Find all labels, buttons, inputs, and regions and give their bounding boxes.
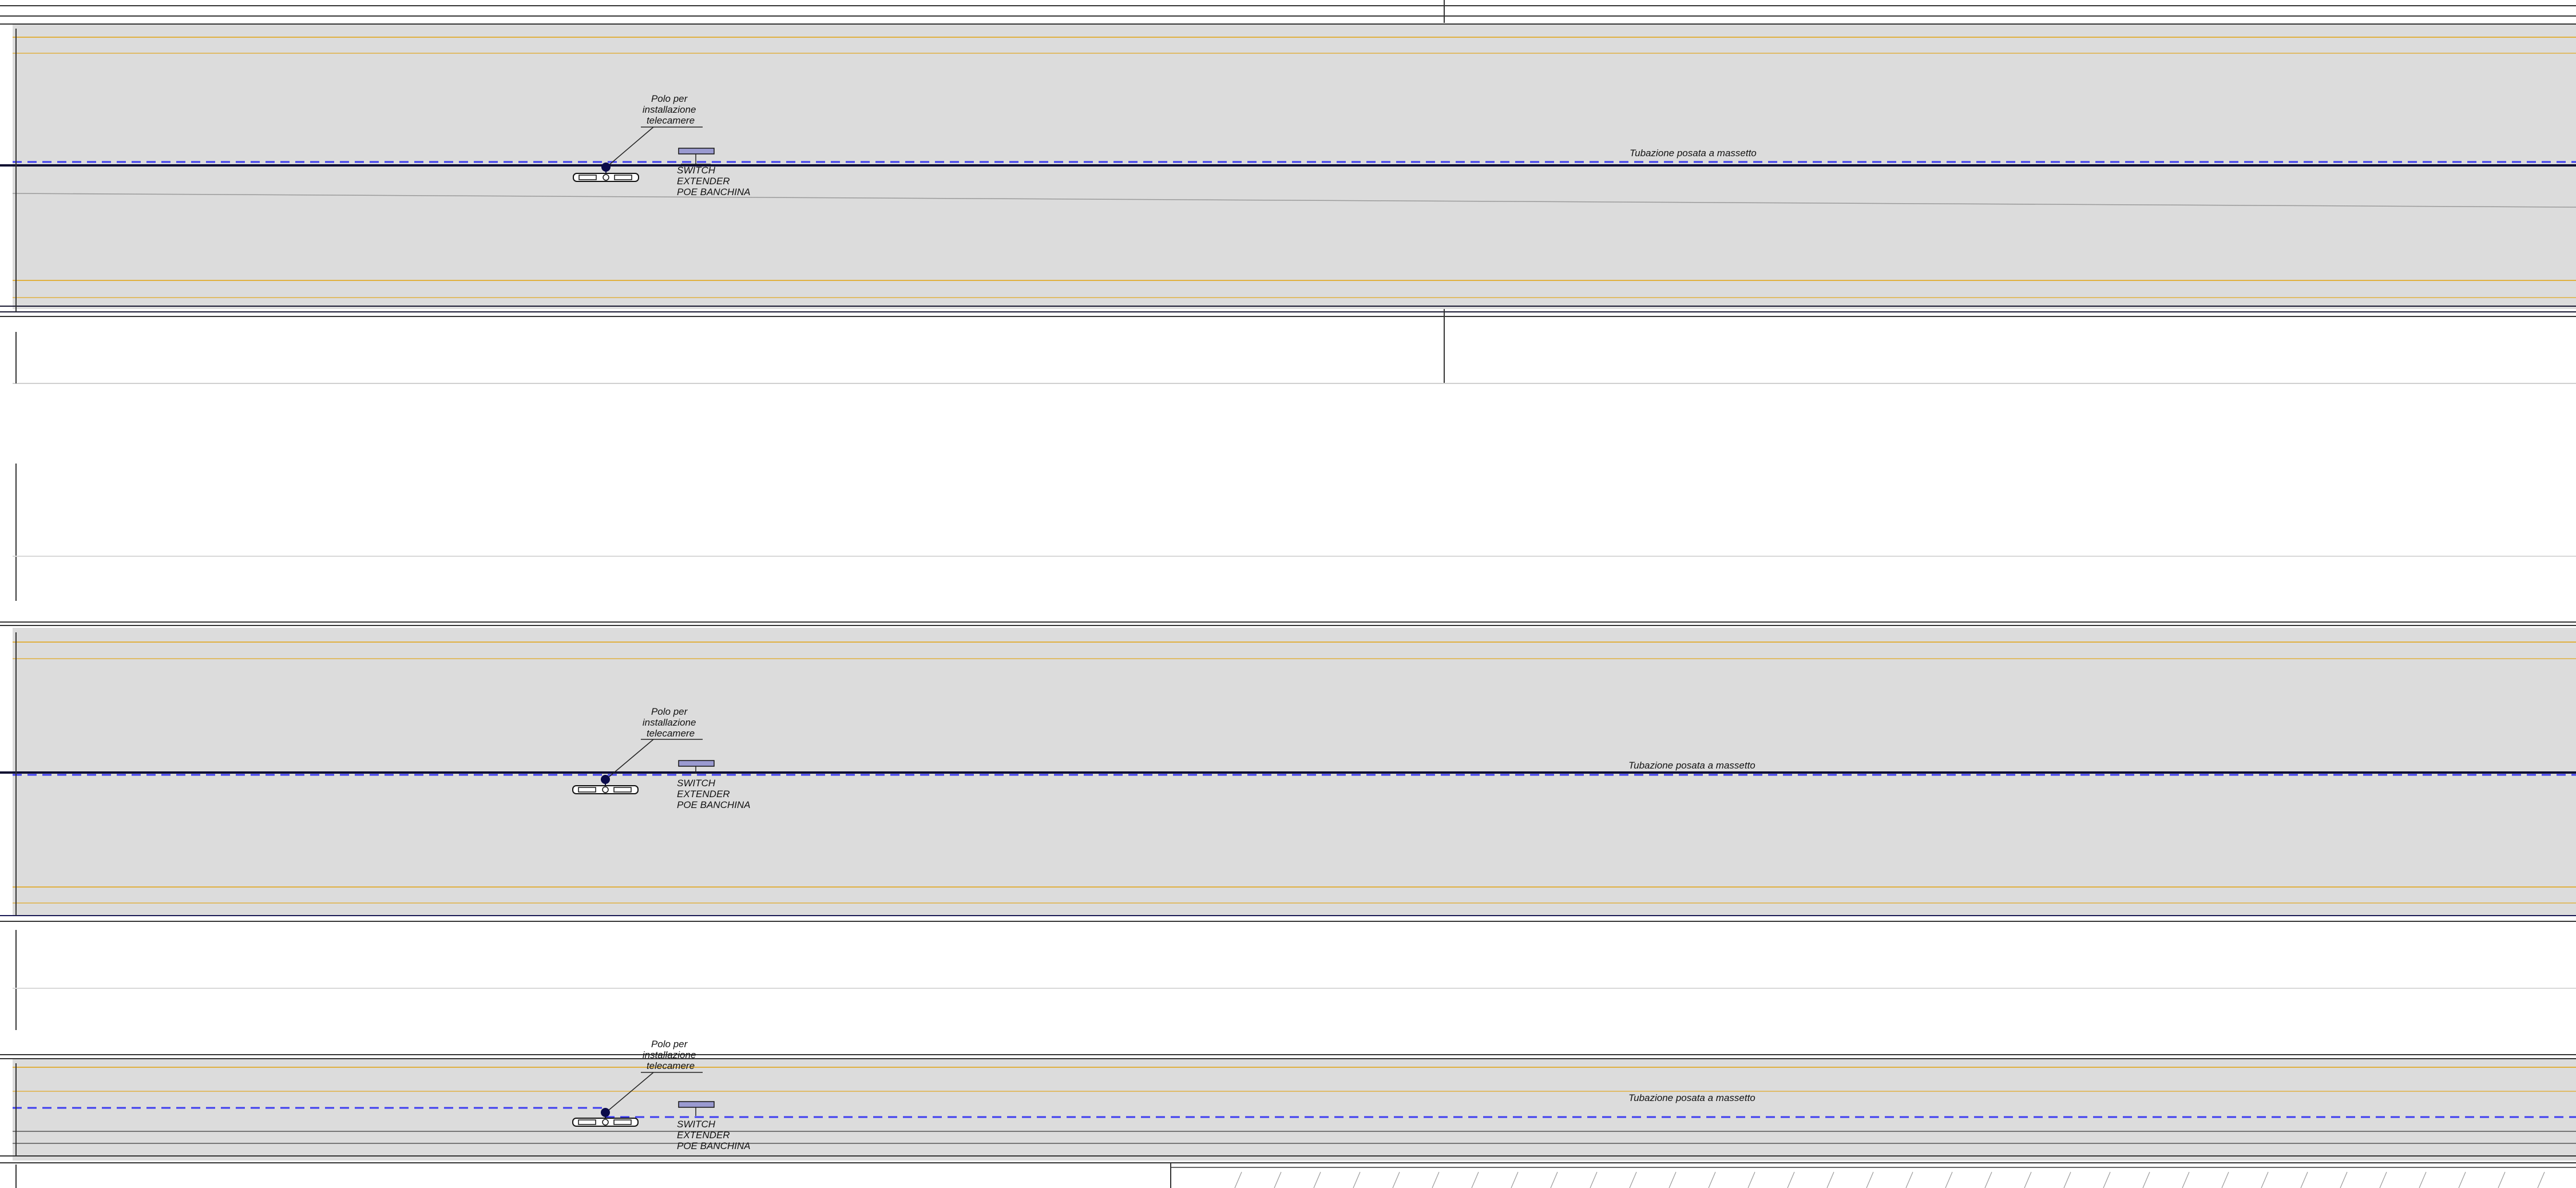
platform-3-pole-label-3: telecamere: [647, 1060, 695, 1071]
gap-block-2: [0, 930, 2576, 1055]
hatch-pattern: [1234, 1171, 2545, 1188]
cad-drawing-canvas: Polo per installazione telecamere SWITCH…: [0, 0, 2576, 1188]
platform-1-pole-label-1: Polo per: [651, 93, 688, 104]
top-strip: [0, 0, 2576, 23]
platform-2-switch-label-1: SWITCH: [677, 778, 716, 789]
platform-3: Polo per installazione telecamere SWITCH…: [0, 1039, 2576, 1161]
platform-2-pole-label-1: Polo per: [651, 706, 688, 717]
platform-3-pole-label-2: installazione: [643, 1050, 696, 1060]
platform-1: Polo per installazione telecamere SWITCH…: [0, 23, 2576, 312]
svg-text:Polo per installazione: Polo per installazione telecamere: [643, 1039, 699, 1071]
platform-2-pipe-label: Tubazione posata a massetto: [1628, 760, 1755, 771]
platform-2-switch-label-3: POE BANCHINA: [677, 799, 750, 810]
platform-3-pipe-label: Tubazione posata a massetto: [1628, 1092, 1755, 1103]
platform-3-switch-label-2: EXTENDER: [677, 1130, 730, 1141]
platform-1-pole-label-2: installazione: [643, 104, 696, 115]
bottom-strip: [0, 1162, 2576, 1188]
platform-1-pole-label-3: telecamere: [647, 115, 695, 126]
platform-3-switch-label-3: POE BANCHINA: [677, 1141, 750, 1151]
platform-2-pole-label-3: telecamere: [647, 728, 695, 739]
platform-3-switch-label-1: SWITCH: [677, 1119, 716, 1130]
gap-block-1: [0, 309, 2576, 626]
platform-3-surface: [13, 1059, 2576, 1161]
platform-1-switch-label-1: SWITCH: [677, 165, 716, 176]
platform-1-switch-label-3: POE BANCHINA: [677, 187, 750, 197]
platform-3-pole-label-1: Polo per: [651, 1039, 688, 1050]
platform-2-switch-label-2: EXTENDER: [677, 789, 730, 799]
platform-2-pole-label-2: installazione: [643, 717, 696, 728]
platform-2: Polo per installazione telecamere SWITCH…: [0, 628, 2576, 922]
platform-1-pipe-label: Tubazione posata a massetto: [1630, 148, 1757, 159]
platform-1-switch-label-2: EXTENDER: [677, 176, 730, 187]
